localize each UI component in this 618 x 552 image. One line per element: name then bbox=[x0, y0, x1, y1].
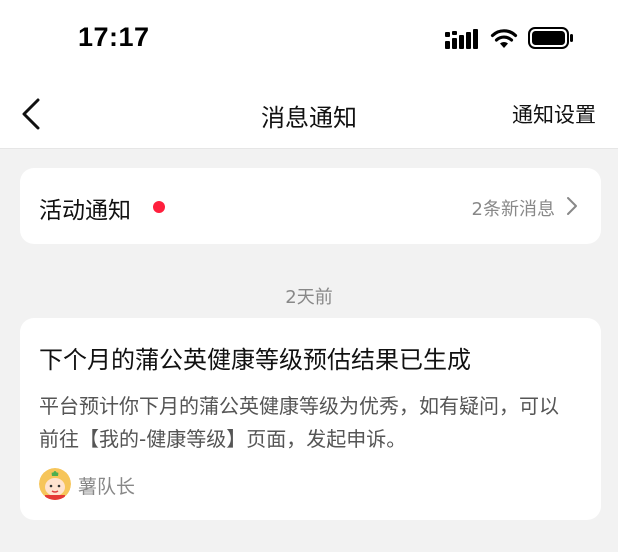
avatar-icon bbox=[39, 468, 71, 500]
unread-dot bbox=[153, 201, 165, 213]
activity-notification-label: 活动通知 bbox=[39, 198, 131, 224]
new-message-count: 2条新消息 bbox=[471, 199, 555, 220]
nav-bar: 消息通知 通知设置 bbox=[0, 78, 618, 149]
chevron-right-icon bbox=[567, 197, 577, 215]
activity-notification-row[interactable]: 活动通知 2条新消息 bbox=[20, 168, 601, 244]
message-card[interactable]: 下个月的蒲公英健康等级预估结果已生成 平台预计你下月的蒲公英健康等级为优秀，如有… bbox=[20, 318, 601, 520]
message-title: 下个月的蒲公英健康等级预估结果已生成 bbox=[39, 346, 471, 374]
status-time: 17:17 bbox=[78, 22, 150, 52]
battery-icon bbox=[528, 27, 573, 49]
message-time-label: 2天前 bbox=[285, 287, 333, 308]
author-name: 薯队长 bbox=[78, 476, 136, 498]
signal-icon bbox=[445, 29, 478, 49]
notification-settings-link[interactable]: 通知设置 bbox=[512, 99, 596, 129]
wifi-icon bbox=[490, 29, 518, 48]
status-bar: 17:17 bbox=[0, 0, 618, 78]
message-body: 平台预计你下月的蒲公英健康等级为优秀，如有疑问，可以前往【我的-健康等级】页面，… bbox=[39, 394, 559, 451]
